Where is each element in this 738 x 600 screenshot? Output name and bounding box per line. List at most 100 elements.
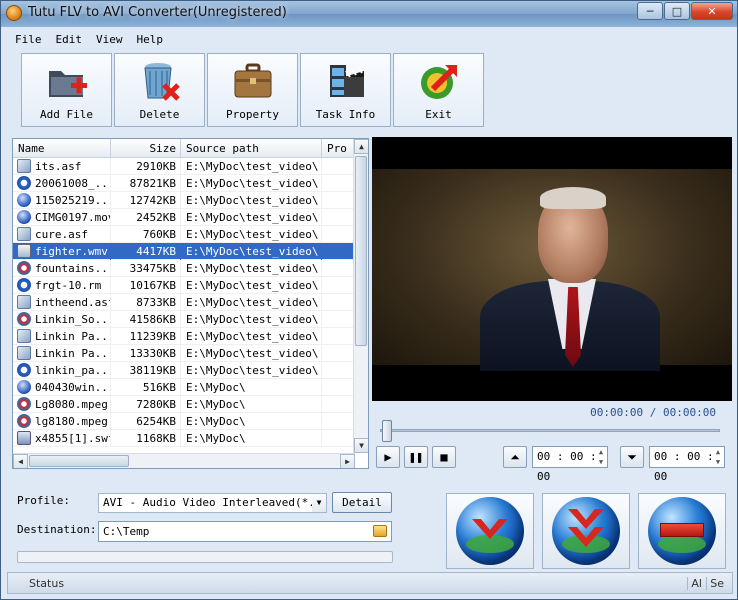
file-row[interactable]: Lg8080.mpeg 7280KB E:\MyDoc\ xyxy=(13,395,355,413)
destination-label: Destination: xyxy=(17,523,97,536)
seek-slider[interactable] xyxy=(382,420,392,442)
file-row[interactable]: Linkin_So... 41586KB E:\MyDoc\test_video\ xyxy=(13,310,355,328)
file-progress xyxy=(322,191,355,209)
file-name: lg8180.mpeg xyxy=(35,414,108,428)
file-source-path: E:\MyDoc\ xyxy=(181,429,322,447)
file-source-path: E:\MyDoc\ xyxy=(181,412,322,430)
file-name-cell: Linkin Pa... xyxy=(13,344,111,362)
vertical-scroll-thumb[interactable] xyxy=(355,156,367,346)
column-header-name[interactable]: Name xyxy=(13,139,111,158)
set-start-button[interactable]: ⏶ xyxy=(503,446,527,468)
scroll-left-button[interactable]: ◀ xyxy=(13,454,28,468)
detail-button[interactable]: Detail xyxy=(332,492,392,513)
file-list-header: Name Size Source path Pro xyxy=(13,139,355,158)
file-source-path: E:\MyDoc\test_video\ xyxy=(181,174,322,192)
file-row[interactable]: fountains... 33475KB E:\MyDoc\test_video\ xyxy=(13,259,355,277)
minimize-button[interactable]: ─ xyxy=(637,2,663,20)
file-row[interactable]: lg8180.mpeg 6254KB E:\MyDoc\ xyxy=(13,412,355,430)
file-name-cell: its.asf xyxy=(13,157,111,175)
profile-dropdown[interactable]: AVI - Audio Video Interleaved(*.avi) ▼ xyxy=(98,493,327,513)
scroll-up-button[interactable]: ▲ xyxy=(354,139,368,154)
column-header-progress[interactable]: Pro xyxy=(322,139,355,158)
file-row[interactable]: its.asf 2910KB E:\MyDoc\test_video\ xyxy=(13,157,355,175)
file-row[interactable]: 040430win... 516KB E:\MyDoc\ xyxy=(13,378,355,396)
delete-button[interactable]: Delete xyxy=(114,53,205,127)
title-bar[interactable]: Tutu FLV to AVI Converter(Unregistered) … xyxy=(1,1,737,27)
file-type-icon xyxy=(17,397,31,411)
start-time-input[interactable]: 00 : 00 : 00 ▲ ▼ xyxy=(532,446,608,483)
chevron-down-icon[interactable]: ▼ xyxy=(312,494,326,512)
file-row[interactable]: fighter.wmv 4417KB E:\MyDoc\test_video\ xyxy=(13,242,355,260)
status-panel-1: Al xyxy=(687,577,702,590)
file-row[interactable]: Linkin Pa... 11239KB E:\MyDoc\test_video\ xyxy=(13,327,355,345)
convert-all-button[interactable] xyxy=(542,493,630,569)
file-row[interactable]: linkin_pa... 38119KB E:\MyDoc\test_video\ xyxy=(13,361,355,379)
column-header-source-path[interactable]: Source path xyxy=(181,139,322,158)
toolbar: Add File Delete Property Task Info Exit xyxy=(21,53,486,129)
task-info-button[interactable]: Task Info xyxy=(300,53,391,127)
file-size: 8733KB xyxy=(111,293,181,311)
start-time-value: 00 : 00 : 00 xyxy=(537,450,597,483)
exit-button[interactable]: Exit xyxy=(393,53,484,127)
file-row[interactable]: 20061008_... 87821KB E:\MyDoc\test_video\ xyxy=(13,174,355,192)
file-progress xyxy=(322,361,355,379)
column-header-size[interactable]: Size xyxy=(111,139,181,158)
horizontal-scroll-thumb[interactable] xyxy=(29,455,129,467)
set-end-button[interactable]: ⏷ xyxy=(620,446,644,468)
scroll-right-button[interactable]: ▶ xyxy=(340,454,355,468)
file-type-icon xyxy=(17,414,31,428)
player-controls: 00:00:00 / 00:00:00 ▶ ❚❚ ■ ⏶ 00 : 00 : 0… xyxy=(372,401,732,483)
file-list[interactable]: Name Size Source path Pro its.asf 2910KB E… xyxy=(12,138,369,469)
start-time-spinner[interactable]: ▲ ▼ xyxy=(595,447,607,467)
menu-file[interactable]: File xyxy=(15,33,42,46)
add-file-button[interactable]: Add File xyxy=(21,53,112,127)
seek-track[interactable] xyxy=(380,429,720,432)
file-type-icon xyxy=(17,312,31,326)
stop-convert-button[interactable] xyxy=(638,493,726,569)
file-name-cell: frgt-10.rm xyxy=(13,276,111,294)
file-row[interactable]: 115025219... 12742KB E:\MyDoc\test_video\ xyxy=(13,191,355,209)
vertical-scrollbar[interactable]: ▲ ▼ xyxy=(353,139,368,453)
end-time-spinner[interactable]: ▲ ▼ xyxy=(712,447,724,467)
file-row[interactable]: intheend.asf 8733KB E:\MyDoc\test_video\ xyxy=(13,293,355,311)
video-preview xyxy=(372,137,732,401)
file-name-cell: x4855[1].swf xyxy=(13,429,111,447)
file-source-path: E:\MyDoc\test_video\ xyxy=(181,259,322,277)
menu-view[interactable]: View xyxy=(96,33,123,46)
convert-all-globe-icon xyxy=(552,497,620,565)
file-row[interactable]: Linkin Pa... 13330KB E:\MyDoc\test_video\ xyxy=(13,344,355,362)
scroll-down-button[interactable]: ▼ xyxy=(354,438,368,453)
file-row[interactable]: cure.asf 760KB E:\MyDoc\test_video\ xyxy=(13,225,355,243)
file-size: 2910KB xyxy=(111,157,181,175)
stop-globe-icon xyxy=(648,497,716,565)
horizontal-scrollbar[interactable]: ◀ ▶ xyxy=(13,453,355,468)
pause-button[interactable]: ❚❚ xyxy=(404,446,428,468)
property-button[interactable]: Property xyxy=(207,53,298,127)
close-button[interactable]: ✕ xyxy=(691,2,733,20)
browse-folder-icon[interactable] xyxy=(373,525,387,537)
file-source-path: E:\MyDoc\test_video\ xyxy=(181,276,322,294)
destination-value: C:\Temp xyxy=(103,525,150,538)
file-row[interactable]: CIMG0197.mov 2452KB E:\MyDoc\test_video\ xyxy=(13,208,355,226)
file-name-cell: 040430win... xyxy=(13,378,111,396)
add-file-label: Add File xyxy=(40,108,93,121)
file-name: fighter.wmv xyxy=(35,244,108,258)
menu-help[interactable]: Help xyxy=(137,33,164,46)
file-name: CIMG0197.mov xyxy=(35,210,111,224)
file-progress xyxy=(322,174,355,192)
file-row[interactable]: frgt-10.rm 10167KB E:\MyDoc\test_video\ xyxy=(13,276,355,294)
play-button[interactable]: ▶ xyxy=(376,446,400,468)
file-row[interactable]: x4855[1].swf 1168KB E:\MyDoc\ xyxy=(13,429,355,447)
maximize-button[interactable]: □ xyxy=(664,2,690,20)
destination-input[interactable]: C:\Temp xyxy=(98,521,392,542)
stop-button[interactable]: ■ xyxy=(432,446,456,468)
end-time-input[interactable]: 00 : 00 : 00 ▲ ▼ xyxy=(649,446,725,483)
menu-bar: File Edit View Help xyxy=(7,29,733,49)
file-type-icon xyxy=(17,363,31,377)
file-type-icon xyxy=(17,329,31,343)
file-size: 33475KB xyxy=(111,259,181,277)
file-progress xyxy=(322,412,355,430)
file-progress xyxy=(322,242,355,260)
menu-edit[interactable]: Edit xyxy=(56,33,83,46)
convert-button[interactable] xyxy=(446,493,534,569)
